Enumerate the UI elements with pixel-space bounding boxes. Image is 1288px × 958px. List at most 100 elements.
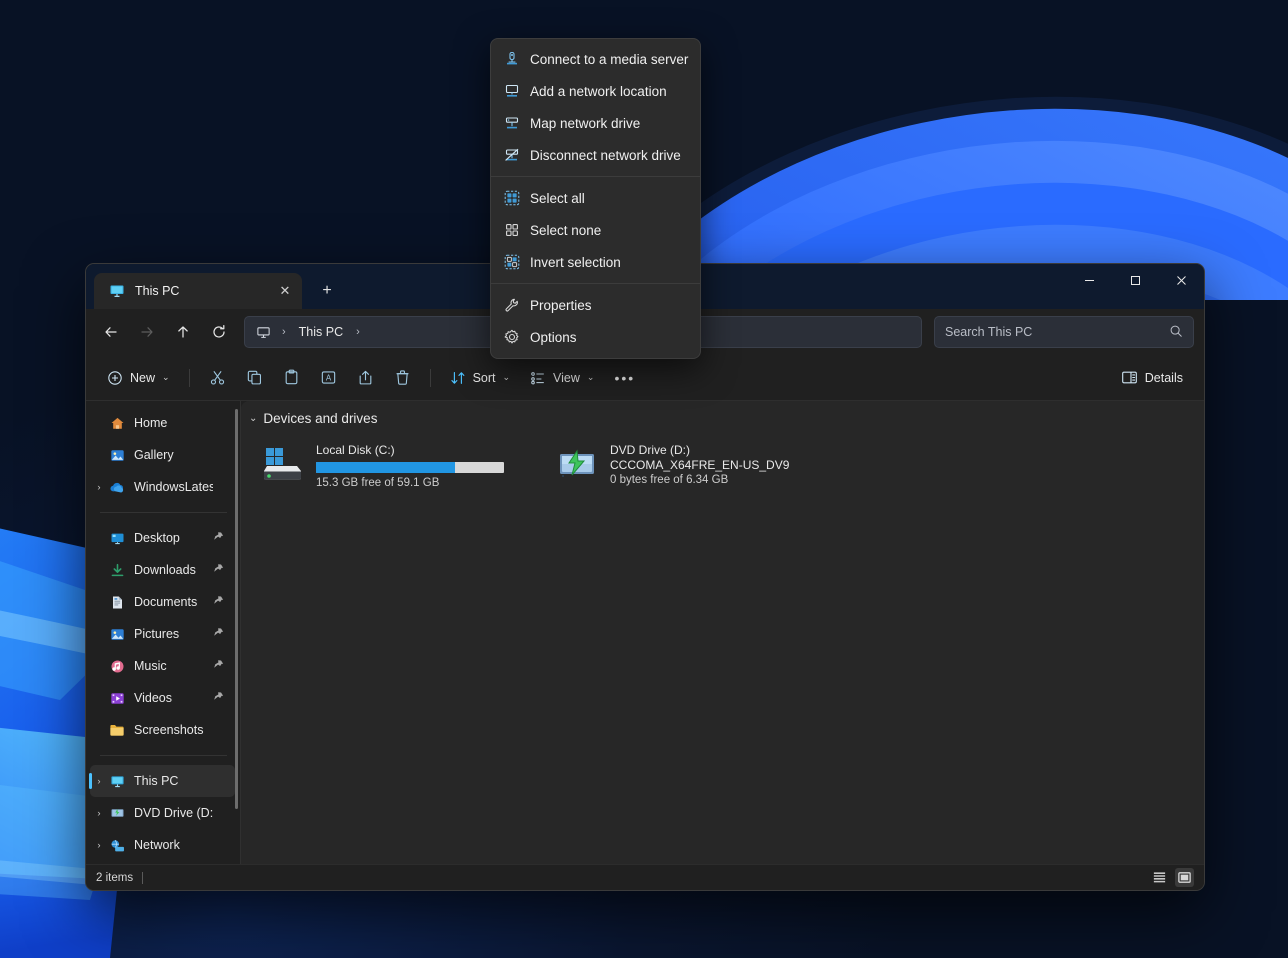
menu-item-select-none[interactable]: Select none: [491, 214, 700, 246]
menu-item-disconnect-network-drive[interactable]: Disconnect network drive: [491, 139, 700, 171]
sidebar-item-this-pc[interactable]: › This PC: [90, 765, 235, 797]
drive-tile-dvd-drive-d[interactable]: DVD Drive (D:) CCCOMA_X64FRE_EN-US_DV9 0…: [549, 436, 819, 497]
chevron-down-icon: ⌄: [587, 372, 595, 383]
sidebar-item-music[interactable]: Music: [90, 650, 235, 682]
rename-button[interactable]: A: [311, 362, 346, 394]
sidebar-item-label: Pictures: [134, 627, 213, 641]
sidebar-item-label: Downloads: [134, 563, 213, 577]
sidebar-separator-1: [100, 512, 227, 513]
new-button[interactable]: New ⌄: [98, 362, 179, 394]
back-button[interactable]: [94, 316, 128, 348]
minimize-button[interactable]: [1066, 264, 1112, 297]
drive-tile-local-disk-c[interactable]: Local Disk (C:) 15.3 GB free of 59.1 GB: [255, 436, 525, 497]
command-divider-1: [189, 369, 190, 387]
tab-strip: This PC ✕ +: [86, 264, 342, 309]
sidebar-item-videos[interactable]: Videos: [90, 682, 235, 714]
see-more-context-menu[interactable]: Connect to a media server Add a network …: [490, 38, 701, 359]
menu-item-map-network-drive[interactable]: Map network drive: [491, 107, 700, 139]
tab-this-pc[interactable]: This PC ✕: [94, 273, 302, 309]
tab-title: This PC: [135, 284, 265, 298]
sidebar-separator-2: [100, 755, 227, 756]
gallery-icon: [108, 446, 126, 464]
maximize-button[interactable]: [1112, 264, 1158, 297]
see-more-button[interactable]: •••: [605, 362, 644, 394]
menu-item-label: Invert selection: [530, 255, 621, 270]
sidebar-item-label: Network: [134, 838, 213, 852]
cut-button[interactable]: [200, 362, 235, 394]
sidebar-item-label: Gallery: [134, 448, 213, 462]
sidebar-item-screenshots[interactable]: Screenshots: [90, 714, 235, 746]
search-icon[interactable]: [1169, 324, 1183, 341]
menu-item-label: Connect to a media server: [530, 52, 688, 67]
forward-button[interactable]: [130, 316, 164, 348]
sidebar-item-documents[interactable]: Documents: [90, 586, 235, 618]
options-gear-icon: [503, 329, 520, 346]
delete-button[interactable]: [385, 362, 420, 394]
status-bar: 2 items: [86, 864, 1204, 890]
chevron-right-icon[interactable]: ›: [90, 808, 108, 819]
sidebar-item-label: DVD Drive (D:) C: [134, 806, 213, 820]
menu-item-options[interactable]: Options: [491, 321, 700, 353]
sidebar-item-dvd-drive[interactable]: › DVD Drive (D:) C: [90, 797, 235, 829]
large-icons-view-icon[interactable]: [1175, 868, 1194, 887]
close-button[interactable]: [1158, 264, 1204, 297]
media-server-icon: [503, 51, 520, 68]
chevron-down-icon: ⌄: [503, 372, 511, 383]
search-input[interactable]: Search This PC: [934, 316, 1194, 348]
menu-item-label: Map network drive: [530, 116, 640, 131]
new-button-label: New: [130, 371, 155, 385]
menu-item-add-a-network-location[interactable]: Add a network location: [491, 75, 700, 107]
file-list-pane[interactable]: ⌄ Devices and drives: [241, 401, 1204, 864]
view-button[interactable]: View ⌄: [521, 362, 603, 394]
onedrive-cloud-icon: [108, 478, 126, 496]
sidebar-item-gallery[interactable]: Gallery: [90, 439, 235, 471]
share-button[interactable]: [348, 362, 383, 394]
sidebar-item-downloads[interactable]: Downloads: [90, 554, 235, 586]
sidebar-item-desktop[interactable]: Desktop: [90, 522, 235, 554]
menu-item-connect-to-a-media-server[interactable]: Connect to a media server: [491, 43, 700, 75]
breadcrumb-this-pc[interactable]: This PC: [294, 323, 348, 341]
drive-tile-body: Local Disk (C:) 15.3 GB free of 59.1 GB: [316, 442, 519, 489]
sort-button[interactable]: Sort ⌄: [441, 362, 519, 394]
tab-close-button[interactable]: ✕: [274, 280, 296, 302]
home-icon: [108, 414, 126, 432]
search-placeholder: Search This PC: [945, 325, 1032, 339]
explorer-body: Home Gallery › WindowsLatest: [86, 401, 1204, 864]
sidebar-scrollbar[interactable]: [235, 409, 238, 809]
menu-item-select-all[interactable]: Select all: [491, 182, 700, 214]
folder-icon: [108, 721, 126, 739]
chevron-down-icon[interactable]: ⌄: [249, 413, 257, 424]
chevron-right-icon[interactable]: ›: [90, 776, 108, 787]
up-button[interactable]: [166, 316, 200, 348]
menu-item-label: Select none: [530, 223, 601, 238]
menu-item-properties[interactable]: Properties: [491, 289, 700, 321]
group-header-devices-and-drives[interactable]: ⌄ Devices and drives: [241, 401, 1204, 432]
pin-icon: [213, 531, 227, 545]
map-network-drive-icon: [503, 115, 520, 132]
chevron-right-icon[interactable]: ›: [90, 482, 108, 493]
paste-button[interactable]: [274, 362, 309, 394]
chevron-down-icon: ⌄: [162, 372, 170, 383]
menu-item-invert-selection[interactable]: Invert selection: [491, 246, 700, 278]
item-count-label: 2 items: [96, 872, 133, 884]
pictures-icon: [108, 625, 126, 643]
sidebar-item-home[interactable]: Home: [90, 407, 235, 439]
chevron-right-icon[interactable]: ›: [90, 840, 108, 851]
new-tab-button[interactable]: +: [312, 276, 342, 306]
command-bar: New ⌄ A Sort ⌄ View ⌄: [86, 355, 1204, 401]
sidebar-item-network[interactable]: › Network: [90, 829, 235, 861]
refresh-button[interactable]: [202, 316, 236, 348]
copy-button[interactable]: [237, 362, 272, 394]
documents-icon: [108, 593, 126, 611]
this-pc-monitor-icon: [255, 324, 272, 341]
details-pane-button[interactable]: Details: [1112, 362, 1192, 394]
details-view-icon[interactable]: [1150, 868, 1169, 887]
sidebar-item-pictures[interactable]: Pictures: [90, 618, 235, 650]
select-all-icon: [503, 190, 520, 207]
drive-usage-meter: [316, 462, 504, 473]
menu-item-label: Select all: [530, 191, 585, 206]
sidebar-item-windowslatest[interactable]: › WindowsLatest: [90, 471, 235, 503]
pin-icon: [213, 691, 227, 705]
breadcrumb-separator-trailing[interactable]: ›: [352, 326, 364, 338]
command-divider-2: [430, 369, 431, 387]
